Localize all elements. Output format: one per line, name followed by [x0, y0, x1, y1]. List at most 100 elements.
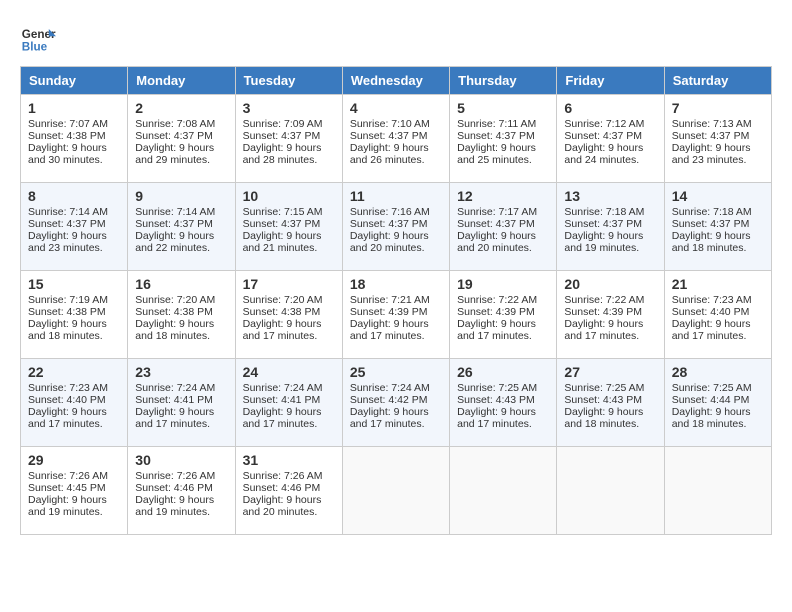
- sunrise-text: Sunrise: 7:20 AM: [243, 294, 323, 306]
- daylight-text: Daylight: 9 hours and 22 minutes.: [135, 230, 214, 254]
- day-cell: 18Sunrise: 7:21 AMSunset: 4:39 PMDayligh…: [342, 271, 449, 359]
- calendar-table: SundayMondayTuesdayWednesdayThursdayFrid…: [20, 66, 772, 535]
- day-number: 13: [564, 188, 656, 204]
- week-row-3: 15Sunrise: 7:19 AMSunset: 4:38 PMDayligh…: [21, 271, 772, 359]
- sunrise-text: Sunrise: 7:10 AM: [350, 118, 430, 130]
- sunrise-text: Sunrise: 7:26 AM: [28, 470, 108, 482]
- page-header: General Blue: [20, 20, 772, 56]
- day-number: 19: [457, 276, 549, 292]
- logo: General Blue: [20, 20, 56, 56]
- day-cell: [342, 447, 449, 535]
- daylight-text: Daylight: 9 hours and 17 minutes.: [243, 406, 322, 430]
- day-cell: 26 Sunrise: 7:25 AMSunset: 4:43 PMDayligh…: [450, 359, 557, 447]
- day-cell: 4Sunrise: 7:10 AMSunset: 4:37 PMDaylight…: [342, 95, 449, 183]
- sunrise-text: Sunrise: 7:07 AM: [28, 118, 108, 130]
- col-header-sunday: Sunday: [21, 67, 128, 95]
- sunset-text: Sunset: 4:37 PM: [135, 130, 213, 142]
- day-cell: 19Sunrise: 7:22 AMSunset: 4:39 PMDayligh…: [450, 271, 557, 359]
- sunrise-text: Sunrise: 7:24 AM: [243, 382, 323, 394]
- day-number: 14: [672, 188, 764, 204]
- day-cell: 11Sunrise: 7:16 AMSunset: 4:37 PMDayligh…: [342, 183, 449, 271]
- day-number: 15: [28, 276, 120, 292]
- sunrise-text: Sunrise: 7:09 AM: [243, 118, 323, 130]
- day-cell: 12Sunrise: 7:17 AMSunset: 4:37 PMDayligh…: [450, 183, 557, 271]
- sunrise-text: Sunrise: 7:25 AM: [672, 382, 752, 394]
- day-number: 21: [672, 276, 764, 292]
- day-cell: 6Sunrise: 7:12 AMSunset: 4:37 PMDaylight…: [557, 95, 664, 183]
- week-row-5: 29Sunrise: 7:26 AMSunset: 4:45 PMDayligh…: [21, 447, 772, 535]
- daylight-text: Daylight: 9 hours and 23 minutes.: [28, 230, 107, 254]
- day-cell: 27Sunrise: 7:25 AMSunset: 4:43 PMDayligh…: [557, 359, 664, 447]
- sunrise-text: Sunrise: 7:11 AM: [457, 118, 536, 130]
- day-cell: 3Sunrise: 7:09 AMSunset: 4:37 PMDaylight…: [235, 95, 342, 183]
- daylight-text: Daylight: 9 hours and 17 minutes.: [457, 318, 536, 342]
- sunrise-text: Sunrise: 7:23 AM: [28, 382, 108, 394]
- sunrise-text: Sunrise: 7:17 AM: [457, 206, 537, 218]
- day-number: 26: [457, 364, 549, 380]
- week-row-1: 1Sunrise: 7:07 AMSunset: 4:38 PMDaylight…: [21, 95, 772, 183]
- svg-text:Blue: Blue: [22, 41, 48, 54]
- sunset-text: Sunset: 4:37 PM: [564, 130, 642, 142]
- sunset-text: Sunset: 4:38 PM: [28, 306, 106, 318]
- sunset-text: Sunset: 4:37 PM: [457, 218, 535, 230]
- col-header-thursday: Thursday: [450, 67, 557, 95]
- daylight-text: Daylight: 9 hours and 17 minutes.: [457, 406, 536, 430]
- daylight-text: Daylight: 9 hours and 18 minutes.: [672, 230, 751, 254]
- col-header-wednesday: Wednesday: [342, 67, 449, 95]
- sunset-text: Sunset: 4:38 PM: [243, 306, 321, 318]
- col-header-tuesday: Tuesday: [235, 67, 342, 95]
- daylight-text: Daylight: 9 hours and 23 minutes.: [672, 142, 751, 166]
- sunset-text: Sunset: 4:37 PM: [457, 130, 535, 142]
- day-number: 3: [243, 100, 335, 116]
- sunrise-text: Sunrise: 7:18 AM: [672, 206, 752, 218]
- sunset-text: Sunset: 4:37 PM: [135, 218, 213, 230]
- day-cell: 8Sunrise: 7:14 AMSunset: 4:37 PMDaylight…: [21, 183, 128, 271]
- day-cell: 29Sunrise: 7:26 AMSunset: 4:45 PMDayligh…: [21, 447, 128, 535]
- sunset-text: Sunset: 4:44 PM: [672, 394, 750, 406]
- day-number: 16: [135, 276, 227, 292]
- sunrise-text: Sunrise: 7:19 AM: [28, 294, 108, 306]
- sunrise-text: Sunrise: 7:26 AM: [135, 470, 215, 482]
- day-cell: [450, 447, 557, 535]
- sunrise-text: Sunrise: 7:14 AM: [28, 206, 108, 218]
- daylight-text: Daylight: 9 hours and 30 minutes.: [28, 142, 107, 166]
- sunrise-text: Sunrise: 7:18 AM: [564, 206, 644, 218]
- col-header-saturday: Saturday: [664, 67, 771, 95]
- sunrise-text: Sunrise: 7:13 AM: [672, 118, 752, 130]
- daylight-text: Daylight: 9 hours and 28 minutes.: [243, 142, 322, 166]
- sunrise-text: Sunrise: 7:22 AM: [457, 294, 537, 306]
- day-cell: 28Sunrise: 7:25 AMSunset: 4:44 PMDayligh…: [664, 359, 771, 447]
- sunrise-text: Sunrise: 7:16 AM: [350, 206, 430, 218]
- day-cell: 21Sunrise: 7:23 AMSunset: 4:40 PMDayligh…: [664, 271, 771, 359]
- day-number: 1: [28, 100, 120, 116]
- sunset-text: Sunset: 4:37 PM: [243, 218, 321, 230]
- sunrise-text: Sunrise: 7:24 AM: [350, 382, 430, 394]
- daylight-text: Daylight: 9 hours and 20 minutes.: [457, 230, 536, 254]
- sunrise-text: Sunrise: 7:25 AM: [457, 382, 537, 394]
- day-cell: 30Sunrise: 7:26 AMSunset: 4:46 PMDayligh…: [128, 447, 235, 535]
- sunrise-text: Sunrise: 7:26 AM: [243, 470, 323, 482]
- day-number: 31: [243, 452, 335, 468]
- sunset-text: Sunset: 4:37 PM: [28, 218, 106, 230]
- day-number: 25: [350, 364, 442, 380]
- day-number: 18: [350, 276, 442, 292]
- sunset-text: Sunset: 4:42 PM: [350, 394, 428, 406]
- day-cell: 15Sunrise: 7:19 AMSunset: 4:38 PMDayligh…: [21, 271, 128, 359]
- sunset-text: Sunset: 4:38 PM: [28, 130, 106, 142]
- day-cell: [664, 447, 771, 535]
- day-number: 5: [457, 100, 549, 116]
- day-cell: 13Sunrise: 7:18 AMSunset: 4:37 PMDayligh…: [557, 183, 664, 271]
- daylight-text: Daylight: 9 hours and 19 minutes.: [28, 494, 107, 518]
- day-cell: 24Sunrise: 7:24 AMSunset: 4:41 PMDayligh…: [235, 359, 342, 447]
- daylight-text: Daylight: 9 hours and 26 minutes.: [350, 142, 429, 166]
- daylight-text: Daylight: 9 hours and 21 minutes.: [243, 230, 322, 254]
- day-number: 4: [350, 100, 442, 116]
- sunset-text: Sunset: 4:43 PM: [457, 394, 535, 406]
- day-cell: 1 Sunrise: 7:07 AMSunset: 4:38 PMDaylight…: [21, 95, 128, 183]
- daylight-text: Daylight: 9 hours and 18 minutes.: [135, 318, 214, 342]
- day-number: 9: [135, 188, 227, 204]
- daylight-text: Daylight: 9 hours and 19 minutes.: [564, 230, 643, 254]
- day-cell: [557, 447, 664, 535]
- daylight-text: Daylight: 9 hours and 17 minutes.: [135, 406, 214, 430]
- daylight-text: Daylight: 9 hours and 25 minutes.: [457, 142, 536, 166]
